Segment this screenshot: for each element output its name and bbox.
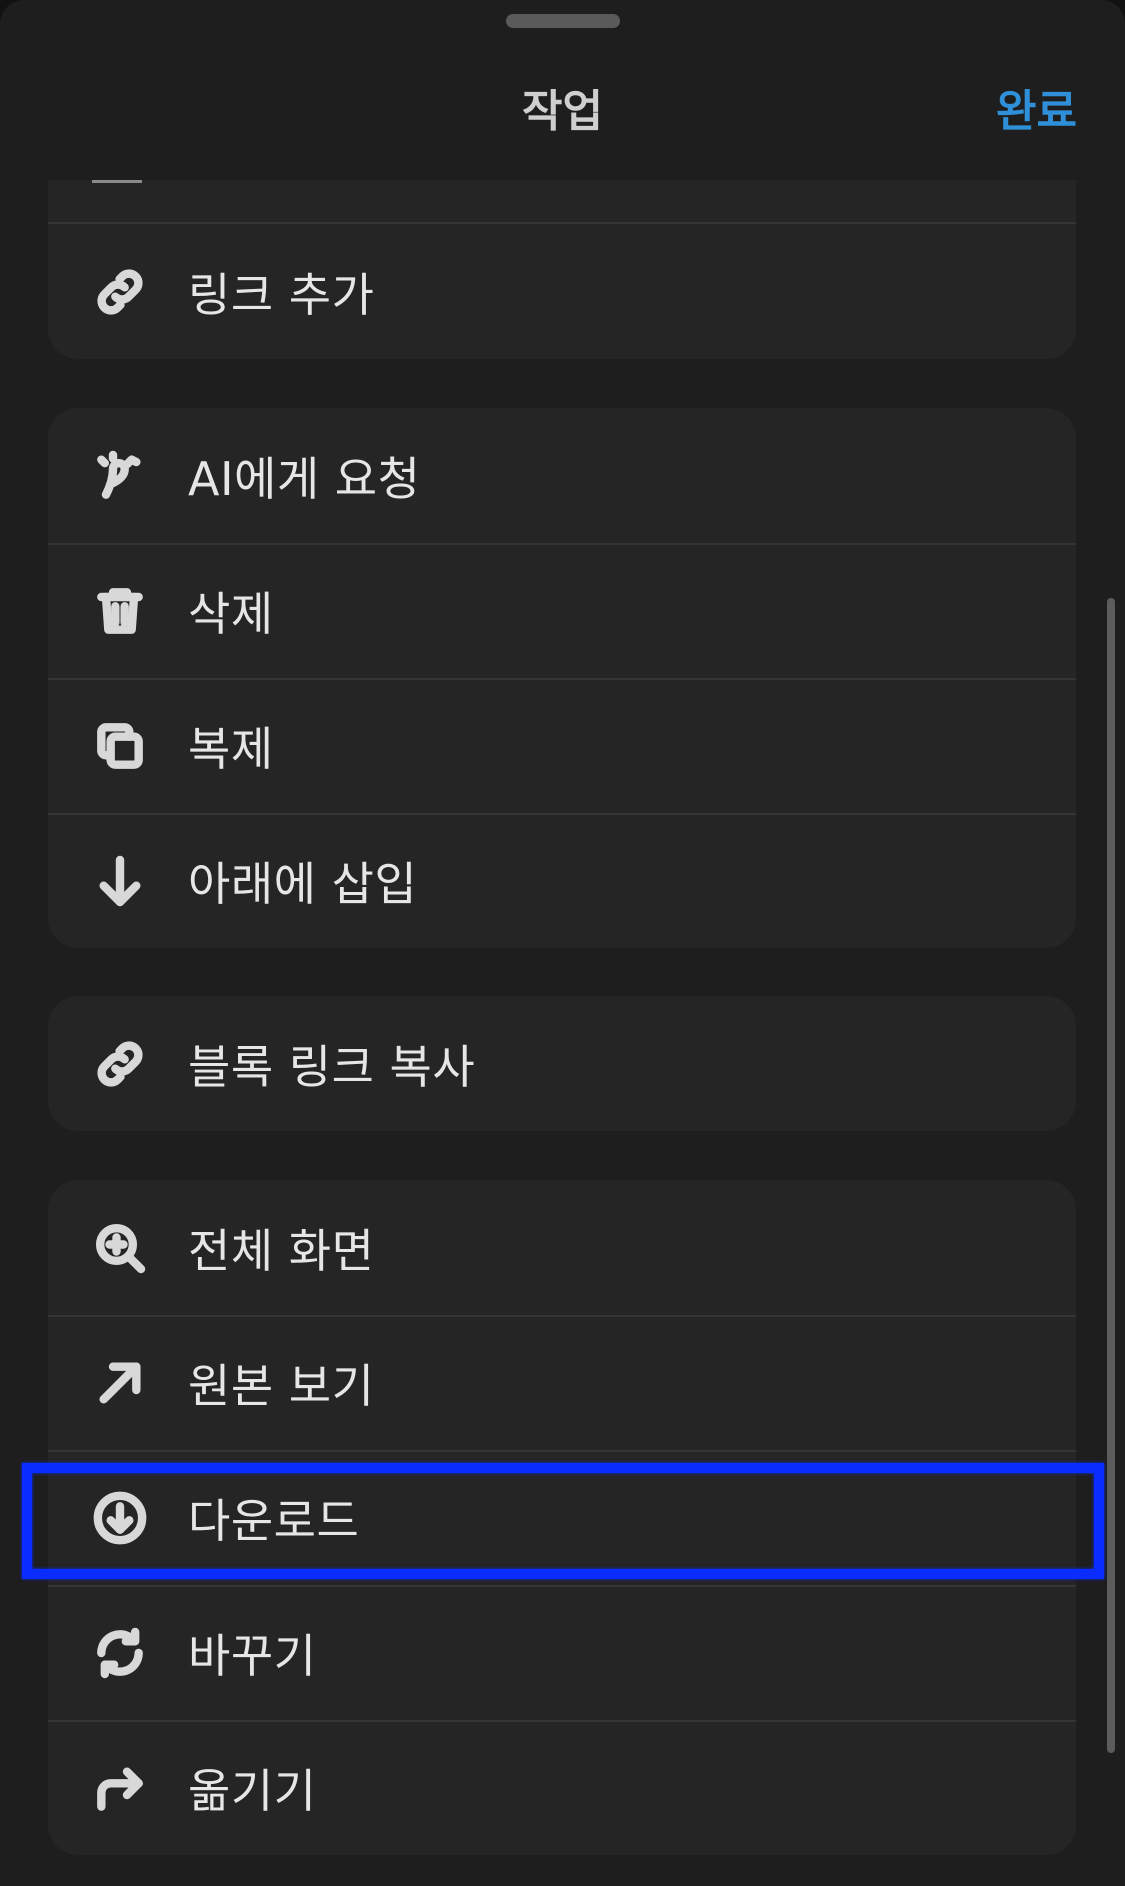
done-button[interactable]: 완료	[996, 82, 1077, 142]
action-copy-block-link[interactable]: 블록 링크 복사	[48, 996, 1076, 1131]
zoom-in-icon	[90, 1218, 150, 1278]
duplicate-icon	[90, 716, 150, 776]
action-label: 복제	[188, 721, 274, 776]
action-label: 아래에 삽입	[188, 856, 418, 911]
action-delete[interactable]: 삭제	[48, 543, 1076, 678]
action-duplicate[interactable]: 복제	[48, 678, 1076, 813]
action-group-2: AI에게 요청 삭제 복제 아래에 삽입	[48, 408, 1076, 948]
action-move[interactable]: 옮기기	[48, 1720, 1076, 1855]
action-label: 링크 추가	[188, 267, 375, 322]
download-icon	[90, 1488, 150, 1548]
action-group-4: 전체 화면 원본 보기 다운로드 바꾸기 옮기기	[48, 1180, 1076, 1855]
action-download[interactable]: 다운로드	[48, 1450, 1076, 1585]
partial-icon	[92, 180, 142, 183]
action-label: 전체 화면	[188, 1223, 375, 1278]
arrow-down-icon	[90, 851, 150, 911]
action-label: 삭제	[188, 586, 274, 641]
replace-icon	[90, 1623, 150, 1683]
move-icon	[90, 1758, 150, 1818]
action-label: AI에게 요청	[188, 451, 421, 506]
action-group-3: 블록 링크 복사	[48, 996, 1076, 1131]
sheet-title: 작업	[522, 86, 603, 137]
link-icon	[90, 262, 150, 322]
action-label: 원본 보기	[188, 1358, 375, 1413]
action-fullscreen[interactable]: 전체 화면	[48, 1180, 1076, 1315]
action-add-link[interactable]: 링크 추가	[48, 224, 1076, 359]
action-list[interactable]: 링크 추가 AI에게 요청 삭제 복제 아래에 삽입 블록 링크 복사 전체 화…	[0, 180, 1125, 1886]
action-ask-ai[interactable]: AI에게 요청	[48, 408, 1076, 543]
ai-icon	[90, 446, 150, 506]
action-sheet: 작업 완료 링크 추가 AI에게 요청 삭제 복제 아래에 삽입 블록 링크 복…	[0, 0, 1125, 1886]
action-group-1: 링크 추가	[48, 224, 1076, 359]
action-label: 블록 링크 복사	[188, 1039, 476, 1094]
action-label: 다운로드	[188, 1493, 360, 1548]
arrow-up-right-icon	[90, 1353, 150, 1413]
action-view-original[interactable]: 원본 보기	[48, 1315, 1076, 1450]
sheet-grabber-handle[interactable]	[506, 14, 620, 28]
trash-icon	[90, 581, 150, 641]
link-icon	[90, 1034, 150, 1094]
action-replace[interactable]: 바꾸기	[48, 1585, 1076, 1720]
scrollbar[interactable]	[1107, 598, 1115, 1753]
action-label: 옮기기	[188, 1763, 317, 1818]
action-insert-below[interactable]: 아래에 삽입	[48, 813, 1076, 948]
action-label: 바꾸기	[188, 1628, 317, 1683]
partially-hidden-row	[48, 180, 1076, 224]
